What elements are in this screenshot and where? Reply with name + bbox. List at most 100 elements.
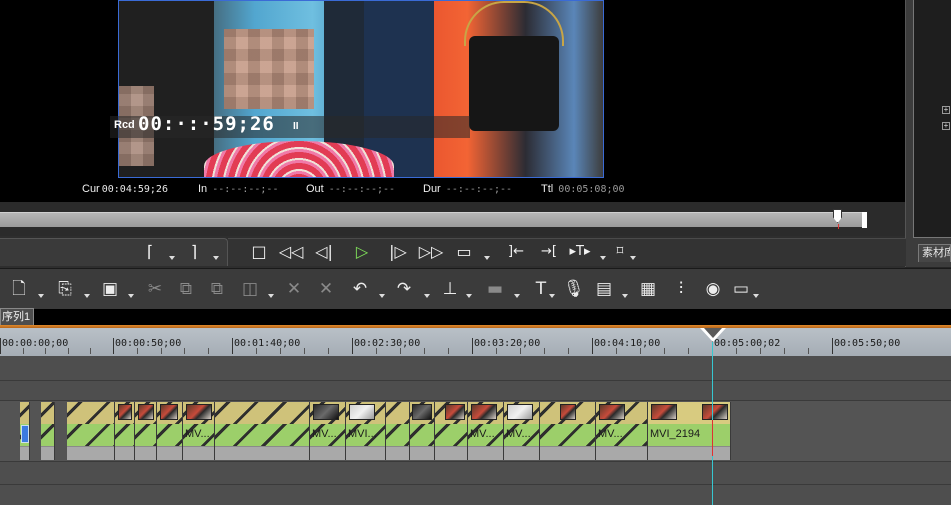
step-back-icon[interactable]: ◁|: [314, 241, 334, 263]
set-out-icon[interactable]: ⌉: [187, 241, 201, 263]
ruler-label: 00:02:30;00: [354, 338, 421, 349]
ruler-minor-tick: [784, 348, 785, 354]
info-cur: Cur 00:04:59;26: [82, 183, 168, 195]
paste-icon[interactable]: ⧉: [207, 278, 227, 300]
step-forward-icon[interactable]: |▷: [388, 241, 408, 263]
new-file-icon[interactable]: 🗋: [10, 278, 28, 300]
ruler-minor-tick: [23, 348, 24, 354]
rcd-label: Rcd: [114, 119, 135, 131]
mixer-icon[interactable]: ⫶: [670, 278, 692, 300]
chevron-down-icon[interactable]: [128, 294, 134, 298]
ruler-minor-tick: [400, 348, 401, 354]
save-icon[interactable]: ▣: [100, 278, 120, 300]
timeline-clip[interactable]: MV...: [310, 402, 346, 460]
insert-icon[interactable]: ◫: [238, 278, 262, 300]
chevron-down-icon[interactable]: [600, 256, 606, 260]
info-in: In --:--:--;--: [198, 183, 279, 195]
chevron-down-icon[interactable]: [549, 294, 555, 298]
undo-icon[interactable]: ↶: [350, 278, 370, 300]
timeline-clip[interactable]: [157, 402, 183, 460]
mark-icon[interactable]: ⊥: [440, 278, 460, 300]
play-icon[interactable]: ▷: [352, 241, 372, 263]
timeline-clip[interactable]: [540, 402, 596, 460]
copy-icon[interactable]: ⧉: [176, 278, 196, 300]
goto-in-icon[interactable]: ]←: [504, 241, 528, 263]
timeline-clip[interactable]: [41, 402, 55, 460]
ruler-minor-tick: [68, 348, 69, 354]
chevron-down-icon[interactable]: [169, 256, 175, 260]
fast-forward-icon[interactable]: ▷▷: [418, 241, 444, 263]
ruler-minor-tick: [544, 348, 545, 354]
rewind-icon[interactable]: ◁◁: [278, 241, 304, 263]
ruler-minor-tick: [280, 348, 281, 354]
chevron-down-icon[interactable]: [753, 294, 759, 298]
window-icon[interactable]: ▭: [730, 278, 752, 300]
source-panel-list[interactable]: [913, 0, 951, 238]
chevron-down-icon[interactable]: [424, 294, 430, 298]
split-icon[interactable]: ▸T▸: [568, 241, 592, 263]
goto-out-icon[interactable]: →[: [537, 241, 561, 263]
timeline-clip[interactable]: MV...: [183, 402, 215, 460]
chevron-down-icon[interactable]: [484, 256, 490, 260]
slider-end-marker[interactable]: [862, 212, 867, 228]
chevron-down-icon[interactable]: [268, 294, 274, 298]
info-out: Out --:--:--;--: [306, 183, 396, 195]
chevron-down-icon[interactable]: [514, 294, 520, 298]
timeline-clip[interactable]: [67, 402, 115, 460]
ruler-label: 00:00:50;00: [115, 338, 182, 349]
timeline-clip[interactable]: MV...: [504, 402, 540, 460]
video-bag: [469, 36, 559, 131]
ruler-minor-tick: [256, 348, 257, 354]
timeline-clip[interactable]: [435, 402, 468, 460]
import-icon[interactable]: ⎘: [54, 278, 76, 300]
chevron-down-icon[interactable]: [466, 294, 472, 298]
delete-icon[interactable]: ✕: [283, 278, 305, 300]
chevron-down-icon[interactable]: [379, 294, 385, 298]
timeline-clip[interactable]: [215, 402, 310, 460]
timeline-clip[interactable]: MVI...: [346, 402, 386, 460]
ruler-minor-tick: [304, 348, 305, 354]
chevron-down-icon[interactable]: [630, 256, 636, 260]
stop-icon[interactable]: □: [250, 241, 268, 263]
pause-indicator: II: [293, 121, 299, 132]
cut-icon[interactable]: ✂: [145, 278, 165, 300]
tab-sequence1[interactable]: 序列1: [0, 308, 34, 325]
render-icon[interactable]: ▤: [592, 278, 616, 300]
expand-icon[interactable]: +: [942, 122, 950, 130]
redo-icon[interactable]: ↷: [394, 278, 414, 300]
ruler-label: 00:00:00;00: [2, 338, 69, 349]
microphone-icon[interactable]: 🎙: [563, 278, 585, 300]
grid-icon[interactable]: ▦: [637, 278, 659, 300]
edius-editor-window: Rcd 00:·:·59;26 II Cur 00:04:59;26 In --:…: [0, 0, 951, 505]
title-icon[interactable]: T: [532, 278, 550, 300]
ripple-delete-icon[interactable]: ✕: [315, 278, 337, 300]
timeline-clip[interactable]: [135, 402, 157, 460]
ruler-minor-tick: [328, 348, 329, 354]
tab-source-library[interactable]: 素材库: [918, 244, 951, 262]
chevron-down-icon[interactable]: [84, 294, 90, 298]
ruler-minor-tick: [640, 348, 641, 354]
match-frame-icon[interactable]: ⌑: [612, 241, 628, 263]
timeline-clip[interactable]: MV...: [596, 402, 648, 460]
ruler-minor-tick: [808, 348, 809, 354]
timeline-clip[interactable]: [386, 402, 410, 460]
chevron-down-icon[interactable]: [622, 294, 628, 298]
timeline-clip[interactable]: MV...: [468, 402, 504, 460]
track-divider: [0, 380, 951, 381]
loop-icon[interactable]: ▭: [454, 241, 474, 263]
timeline-clip[interactable]: MVI_2194: [648, 402, 731, 460]
set-in-icon[interactable]: ⌈: [143, 241, 157, 263]
info-dur: Dur --:--:--;--: [423, 183, 513, 195]
ruler-minor-tick: [448, 348, 449, 354]
chevron-down-icon[interactable]: [213, 256, 219, 260]
color-icon[interactable]: ◉: [703, 278, 723, 300]
ruler-tick: [352, 338, 353, 354]
ruler-minor-tick: [90, 348, 91, 354]
timeline-clip[interactable]: [115, 402, 135, 460]
position-slider[interactable]: [0, 212, 862, 227]
expand-icon[interactable]: +: [942, 106, 950, 114]
chevron-down-icon[interactable]: [38, 294, 44, 298]
transition-icon[interactable]: ▬: [482, 278, 508, 300]
timeline-clip[interactable]: [410, 402, 435, 460]
clip-selection-marker: [21, 425, 29, 443]
